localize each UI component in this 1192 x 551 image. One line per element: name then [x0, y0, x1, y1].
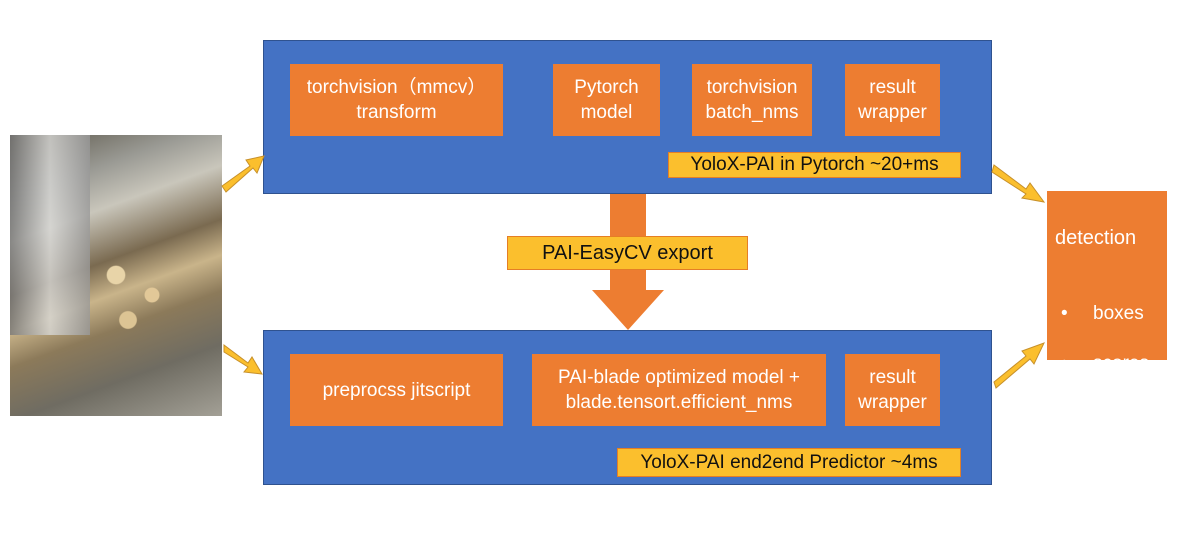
arrow-image-to-bottom — [223, 344, 263, 375]
output-item: • class_n ames — [1061, 453, 1158, 499]
detection-output: detection • boxes • scores • classes • class… — [1047, 191, 1167, 499]
output-item: • boxes — [1061, 303, 1144, 324]
step-blade-model: PAI-blade optimized model + blade.tensor… — [532, 354, 826, 426]
export-label: PAI-EasyCV export — [507, 236, 748, 270]
step-preprocess: preprocss jitscript — [290, 354, 503, 426]
output-item: • scores — [1061, 353, 1149, 374]
arrow-top-to-detection — [991, 164, 1046, 203]
detection-title: detection — [1055, 227, 1137, 249]
step-result-wrapper-2: result wrapper — [845, 354, 940, 426]
arrow-image-to-top — [221, 155, 265, 193]
arrow-bottom-to-detection — [993, 342, 1045, 389]
step-result-wrapper: result wrapper — [845, 64, 940, 136]
output-item: • classes — [1061, 403, 1157, 424]
step-transform: torchvision（mmcv） transform — [290, 64, 503, 136]
pytorch-pipeline-label: YoloX-PAI in Pytorch ~20+ms — [668, 152, 961, 178]
input-image — [10, 135, 222, 416]
step-batch-nms: torchvision batch_nms — [692, 64, 812, 136]
step-pytorch-model: Pytorch model — [553, 64, 660, 136]
end2end-pipeline-label: YoloX-PAI end2end Predictor ~4ms — [617, 448, 961, 477]
